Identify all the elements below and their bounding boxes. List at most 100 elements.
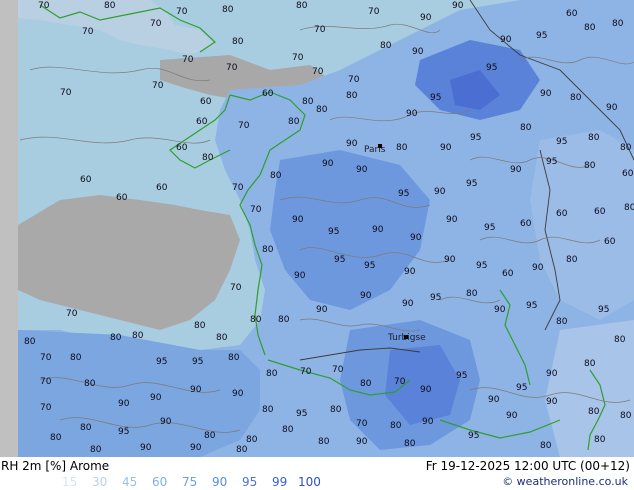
contour-value-label: 90 [546,397,558,407]
contour-value-label: 70 [232,183,244,193]
contour-value-label: 90 [160,417,172,427]
contour-value-label: 90 [360,291,372,301]
contour-value-label: 70 [348,75,360,85]
contour-value-label: 60 [502,269,514,279]
contour-value-label: 80 [266,369,278,379]
contour-value-label: 95 [328,227,339,237]
contour-value-label: 70 [60,88,72,98]
contour-value-label: 70 [182,55,194,65]
contour-value-label: 70 [292,53,304,63]
contour-value-label: 80 [584,23,596,33]
credit-link[interactable]: © weatheronline.co.uk [502,475,628,489]
contour-value-label: 80 [90,445,102,455]
contour-value-label: 80 [594,435,606,445]
contour-value-label: 80 [104,1,116,11]
contour-value-label: 80 [380,41,392,51]
contour-value-label: 70 [238,121,250,131]
contour-value-label: 60 [116,193,128,203]
contour-value-label: 90 [440,143,452,153]
contour-value-label: 90 [494,305,506,315]
valid-time: Fr 19-12-2025 12:00 UTC (00+12) [425,459,630,473]
contour-value-label: 60 [622,169,634,179]
contour-value-label: 90 [402,299,414,309]
legend-value-100: 100 [298,475,321,489]
contour-value-label: 80 [346,91,358,101]
contour-value-label: 95 [484,223,495,233]
contour-value-label: 80 [612,19,624,29]
contour-value-label: 95 [192,357,203,367]
contour-value-label: 70 [250,205,262,215]
contour-value-label: 90 [412,47,424,57]
contour-value-label: 60 [556,209,568,219]
contour-value-label: 90 [406,109,418,119]
footer: RH 2m [%] Arome Fr 19-12-2025 12:00 UTC … [0,457,634,490]
contour-value-label: 90 [420,13,432,23]
contour-value-label: 90 [372,225,384,235]
contour-value-label: 70 [394,377,406,387]
contour-value-label: 95 [364,261,375,271]
contour-value-label: 80 [278,315,290,325]
contour-value-label: 90 [420,385,432,395]
contour-value-label: 90 [190,385,202,395]
contour-value-label: 70 [152,81,164,91]
contour-value-label: 80 [620,143,632,153]
contour-value-label: 70 [38,1,50,11]
contour-value-label: 80 [566,255,578,265]
contour-value-label: 80 [584,359,596,369]
contour-value-label: 90 [506,411,518,421]
rh-map: Paris Turbigse 70 80 70 70 80 80 80 70 70 90 70 70 7… [0,0,634,457]
contour-value-label: 80 [110,333,122,343]
contour-value-label: 80 [262,405,274,415]
contour-value-label: 90 [150,393,162,403]
contour-value-label: 80 [556,317,568,327]
contour-value-label: 80 [222,5,234,15]
contour-value-label: 80 [246,435,258,445]
contour-value-label: 90 [232,389,244,399]
contour-value-label: 80 [228,353,240,363]
contour-value-label: 80 [194,321,206,331]
contour-value-label: 60 [604,237,616,247]
contour-value-label: 80 [540,441,552,451]
legend-value-90: 90 [212,475,228,489]
contour-value-label: 90 [190,443,202,453]
contour-value-label: 95 [430,93,441,103]
contour-value-label: 80 [270,171,282,181]
contour-value-label: 90 [404,267,416,277]
contour-value-label: 60 [594,207,606,217]
contour-value-label: 90 [322,159,334,169]
contour-value-label: 90 [444,255,456,265]
contour-value-label: 80 [232,37,244,47]
contour-value-label: 90 [356,437,368,447]
contour-value-label: 70 [40,353,52,363]
contour-value-label: 90 [292,215,304,225]
contour-value-label: 80 [318,437,330,447]
contour-value-label: 60 [196,117,208,127]
contour-value-label: 95 [470,133,481,143]
contour-value-label: 80 [50,433,62,443]
contour-value-label: 70 [176,7,188,17]
rh-map-svg: Paris Turbigse 70 80 70 70 80 80 80 70 70 90 70 70 7… [0,0,634,457]
contour-value-label: 70 [300,367,312,377]
contour-value-label: 95 [556,137,567,147]
contour-value-label: 90 [346,139,358,149]
contour-value-label: 90 [356,165,368,175]
contour-value-label: 60 [176,143,188,153]
legend-value-95: 95 [242,475,258,489]
contour-value-label: 80 [288,117,300,127]
contour-value-label: 90 [452,1,464,11]
contour-value-label: 60 [200,97,212,107]
contour-value-label: 80 [396,143,408,153]
contour-value-label: 90 [510,165,522,175]
contour-value-label: 80 [404,439,416,449]
contour-value-label: 90 [118,399,130,409]
contour-value-label: 80 [316,105,328,115]
contour-value-label: 90 [606,103,618,113]
contour-value-label: 70 [150,19,162,29]
legend-value-15: 15 [62,475,78,489]
contour-value-label: 60 [566,9,578,19]
contour-value-label: 90 [410,233,422,243]
contour-value-label: 70 [66,309,78,319]
contour-value-label: 80 [132,331,144,341]
contour-value-label: 90 [316,305,328,315]
contour-value-label: 90 [434,187,446,197]
